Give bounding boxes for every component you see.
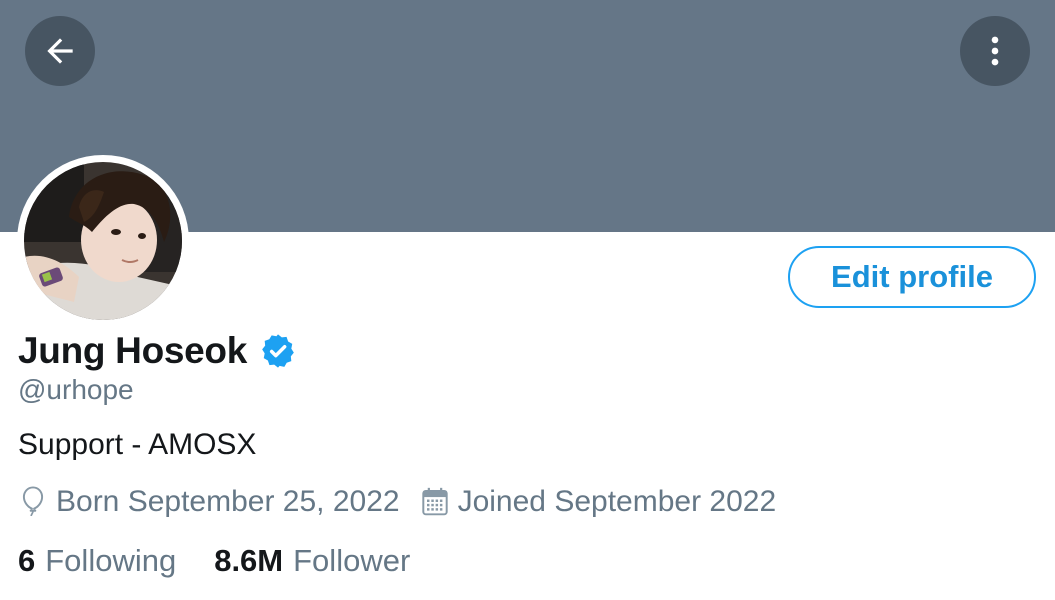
follow-stats: 6 Following 8.6M Follower (18, 543, 410, 579)
followers-link[interactable]: 8.6M Follower (214, 543, 410, 579)
name-row: Jung Hoseok (18, 330, 297, 372)
following-label: Following (45, 543, 177, 578)
display-name: Jung Hoseok (18, 330, 248, 371)
arrow-left-icon (47, 38, 73, 64)
avatar-frame[interactable] (17, 155, 189, 327)
following-link[interactable]: 6 Following (18, 543, 176, 579)
verified-badge-icon (262, 334, 294, 368)
followers-count: 8.6M (214, 543, 284, 578)
followers-label: Follower (293, 543, 411, 578)
birth-date: Born September 25, 2022 (18, 485, 400, 519)
following-count: 6 (18, 543, 36, 578)
edit-profile-button[interactable]: Edit profile (788, 246, 1036, 308)
calendar-icon (421, 487, 448, 516)
vertical-ellipsis-icon (991, 36, 999, 66)
back-button[interactable] (25, 16, 95, 86)
more-options-button[interactable] (960, 16, 1030, 86)
birth-date-text: Born September 25, 2022 (56, 485, 400, 518)
balloon-icon (22, 486, 44, 517)
join-date-text: Joined September 2022 (457, 485, 777, 518)
bio: Support - AMOSX (18, 428, 257, 461)
profile-meta: Born September 25, 2022 Joined September… (18, 485, 776, 519)
join-date: Joined September 2022 (420, 485, 777, 519)
profile-photo (24, 162, 182, 320)
avatar[interactable] (24, 162, 182, 320)
user-handle: @urhope (18, 374, 134, 405)
